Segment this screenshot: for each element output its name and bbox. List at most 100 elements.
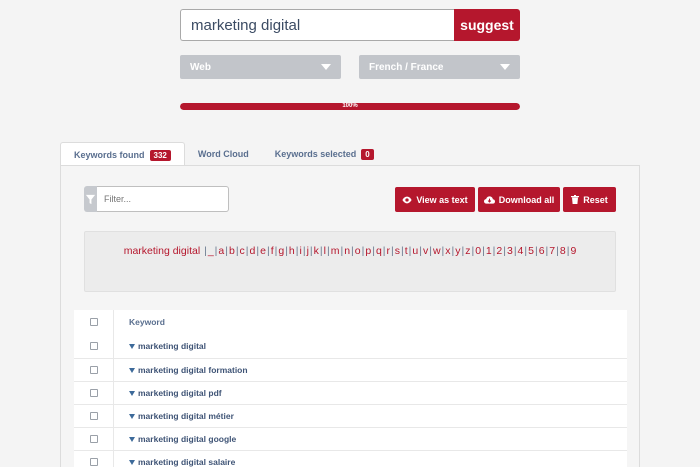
- alphabet-link[interactable]: b: [229, 245, 235, 257]
- alphabet-separator: |: [256, 245, 260, 257]
- alphabet-link[interactable]: 3: [507, 245, 513, 257]
- expand-caret-icon[interactable]: [129, 343, 135, 349]
- keyword-text: marketing digital pdf: [138, 388, 222, 398]
- alphabet-link[interactable]: 9: [570, 245, 576, 257]
- alphabet-link[interactable]: d: [250, 245, 256, 257]
- language-select-value: French / France: [369, 61, 444, 73]
- alphabet-separator: |: [471, 245, 475, 257]
- alphabet-separator: |: [382, 245, 386, 257]
- alphabet-separator: |: [225, 245, 228, 257]
- alphabet-separator: |: [340, 245, 344, 257]
- keyword-text: marketing digital google: [138, 434, 237, 444]
- expand-caret-icon[interactable]: [129, 413, 135, 419]
- filter-icon: [84, 186, 97, 212]
- alphabet-link[interactable]: q: [376, 245, 382, 257]
- alphabet-link[interactable]: a: [218, 245, 224, 257]
- expand-caret-icon[interactable]: [129, 390, 135, 396]
- alphabet-link[interactable]: 0: [475, 245, 481, 257]
- alphabet-link[interactable]: c: [240, 245, 245, 257]
- alphabet-link[interactable]: 1: [486, 245, 492, 257]
- alphabet-link[interactable]: t: [405, 245, 408, 257]
- source-select[interactable]: Web: [180, 55, 341, 79]
- alphabet-lead-link[interactable]: marketing digital: [124, 245, 200, 257]
- view-as-text-button[interactable]: View as text: [395, 187, 475, 212]
- alphabet-link[interactable]: e: [260, 245, 266, 257]
- alphabet-separator: |: [361, 245, 365, 257]
- alphabet-separator: |: [556, 245, 559, 257]
- alphabet-link[interactable]: g: [278, 245, 284, 257]
- alphabet-link[interactable]: r: [387, 245, 391, 257]
- alphabet-separator: |: [204, 245, 207, 257]
- table-row: marketing digital: [74, 334, 627, 358]
- alphabet-separator: |: [461, 245, 465, 257]
- alphabet-separator: |: [545, 245, 549, 257]
- row-checkbox[interactable]: [89, 366, 98, 374]
- alphabet-link[interactable]: 7: [549, 245, 555, 257]
- download-cloud-icon: [483, 195, 495, 204]
- progress-label: 100%: [342, 103, 358, 109]
- alphabet-link[interactable]: 2: [496, 245, 502, 257]
- table-header: Keyword: [74, 310, 627, 334]
- alphabet-link[interactable]: z: [465, 245, 470, 257]
- expand-caret-icon[interactable]: [129, 436, 135, 442]
- chevron-down-icon: [500, 64, 510, 70]
- expand-caret-icon[interactable]: [129, 459, 135, 465]
- table-row: marketing digital formation: [74, 358, 627, 381]
- alphabet-link[interactable]: 6: [539, 245, 545, 257]
- alphabet-filter: marketing digital |_|a|b|c|d|e|f|g|h|i|j…: [84, 231, 616, 292]
- download-all-button[interactable]: Download all: [478, 187, 560, 212]
- alphabet-separator: |: [482, 245, 485, 257]
- alphabet-link[interactable]: l: [324, 245, 326, 257]
- alphabet-link[interactable]: _: [208, 245, 214, 257]
- row-checkbox[interactable]: [89, 435, 98, 443]
- table-row: marketing digital salaire: [74, 450, 627, 467]
- alphabet-link[interactable]: 4: [518, 245, 524, 257]
- alphabet-separator: |: [372, 245, 375, 257]
- alphabet-link[interactable]: 5: [528, 245, 534, 257]
- keywords-table: Keyword marketing digital marketing digit…: [74, 310, 627, 467]
- alphabet-link[interactable]: p: [365, 245, 371, 257]
- alphabet-link[interactable]: w: [433, 245, 441, 257]
- search-input[interactable]: [180, 9, 454, 41]
- expand-caret-icon[interactable]: [129, 367, 135, 373]
- alphabet-link[interactable]: u: [412, 245, 418, 257]
- keyword-text: marketing digital métier: [138, 411, 234, 421]
- row-checkbox[interactable]: [89, 458, 98, 466]
- alphabet-link[interactable]: n: [344, 245, 350, 257]
- alphabet-link[interactable]: o: [355, 245, 361, 257]
- alphabet-separator: |: [429, 245, 432, 257]
- tab-word-cloud[interactable]: Word Cloud: [185, 142, 262, 166]
- language-select[interactable]: French / France: [359, 55, 520, 79]
- alphabet-link[interactable]: h: [289, 245, 295, 257]
- suggest-button[interactable]: suggest: [454, 9, 520, 41]
- alphabet-link[interactable]: v: [423, 245, 428, 257]
- table-row: marketing digital métier: [74, 404, 627, 427]
- keyword-text: marketing digital formation: [138, 365, 248, 375]
- row-checkbox[interactable]: [89, 389, 98, 397]
- tab-keywords-found[interactable]: Keywords found 332: [60, 142, 185, 167]
- alphabet-link[interactable]: k: [314, 245, 319, 257]
- alphabet-separator: |: [245, 245, 249, 257]
- chevron-down-icon: [321, 64, 331, 70]
- alphabet-separator: |: [285, 245, 288, 257]
- alphabet-link[interactable]: j: [307, 245, 309, 257]
- count-badge: 332: [149, 149, 171, 161]
- alphabet-link[interactable]: f: [271, 245, 274, 257]
- reset-button[interactable]: Reset: [563, 187, 616, 212]
- alphabet-link[interactable]: m: [331, 245, 340, 257]
- tab-keywords-selected[interactable]: Keywords selected 0: [262, 142, 387, 166]
- row-checkbox[interactable]: [89, 342, 98, 350]
- table-row: marketing digital google: [74, 427, 627, 450]
- filter-input[interactable]: [97, 186, 229, 212]
- alphabet-link[interactable]: y: [455, 245, 460, 257]
- alphabet-link[interactable]: s: [395, 245, 400, 257]
- keyword-text: marketing digital salaire: [138, 457, 236, 467]
- alphabet-link[interactable]: 8: [560, 245, 566, 257]
- alphabet-separator: |: [326, 245, 330, 257]
- filter-box: [84, 186, 229, 212]
- select-all-checkbox[interactable]: [89, 318, 98, 326]
- row-checkbox[interactable]: [89, 412, 98, 420]
- alphabet-link[interactable]: x: [445, 245, 450, 257]
- alphabet-separator: |: [235, 245, 239, 257]
- alphabet-link[interactable]: i: [300, 245, 302, 257]
